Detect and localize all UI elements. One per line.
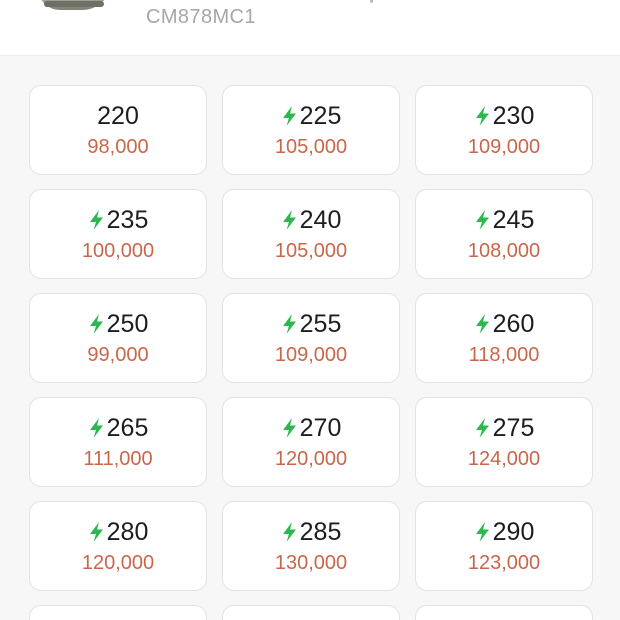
- price-label: 123,000: [467, 552, 541, 574]
- price-label: 99,000: [87, 344, 149, 366]
- size-row: 245: [416, 204, 592, 236]
- size-label: 285: [299, 517, 342, 546]
- lightning-bolt-icon: [475, 418, 489, 438]
- size-row: 240: [223, 204, 399, 236]
- lightning-bolt-icon: [475, 210, 489, 230]
- price-label: 124,000: [467, 448, 541, 470]
- size-option-card[interactable]: 270 120,000: [222, 397, 400, 487]
- size-option-card[interactable]: 245 108,000: [415, 189, 593, 279]
- size-option-card[interactable]: 290 123,000: [415, 501, 593, 591]
- lightning-bolt-icon: [475, 522, 489, 542]
- size-label: 280: [106, 517, 149, 546]
- size-label: 250: [106, 309, 149, 338]
- size-label: 220: [97, 101, 139, 130]
- lightning-bolt-icon: [89, 210, 103, 230]
- lightning-bolt-icon: [475, 106, 489, 126]
- size-label: 275: [492, 413, 535, 442]
- price-label: 109,000: [274, 344, 348, 366]
- size-row: 265: [30, 412, 206, 444]
- size-row: 250: [30, 308, 206, 340]
- size-row: 280: [30, 516, 206, 548]
- price-label: 100,000: [81, 240, 155, 262]
- lightning-bolt-icon: [282, 210, 296, 230]
- size-option-card-partial[interactable]: [415, 605, 593, 620]
- size-option-card[interactable]: 220 98,000: [29, 85, 207, 175]
- size-option-card[interactable]: 230 109,000: [415, 85, 593, 175]
- size-row: 255: [223, 308, 399, 340]
- size-option-card[interactable]: 250 99,000: [29, 293, 207, 383]
- size-option-card[interactable]: 285 130,000: [222, 501, 400, 591]
- size-label: 260: [492, 309, 535, 338]
- size-option-card[interactable]: 265 111,000: [29, 397, 207, 487]
- price-label: 111,000: [83, 448, 153, 470]
- size-label: 265: [106, 413, 149, 442]
- size-option-card[interactable]: 225 105,000: [222, 85, 400, 175]
- lightning-bolt-icon: [475, 314, 489, 334]
- lightning-bolt-icon: [89, 418, 103, 438]
- size-label: 245: [492, 205, 535, 234]
- lightning-bolt-icon: [282, 106, 296, 126]
- lightning-bolt-icon: [89, 522, 103, 542]
- size-row: 230: [416, 100, 592, 132]
- size-option-card[interactable]: 260 118,000: [415, 293, 593, 383]
- price-label: 118,000: [468, 344, 540, 366]
- size-option-card[interactable]: 255 109,000: [222, 293, 400, 383]
- size-label: 230: [492, 101, 535, 130]
- price-label: 105,000: [274, 136, 348, 158]
- size-label: 290: [492, 517, 535, 546]
- size-label: 255: [299, 309, 342, 338]
- size-option-card-partial[interactable]: [29, 605, 207, 620]
- lightning-bolt-icon: [89, 314, 103, 334]
- price-label: 108,000: [467, 240, 541, 262]
- size-option-card-partial[interactable]: [222, 605, 400, 620]
- size-price-grid: 220 98,000 225 105,000 230 109,000 235 100,000 2…: [0, 0, 620, 620]
- size-row: 225: [223, 100, 399, 132]
- size-row: 220: [30, 100, 206, 132]
- size-row: 285: [223, 516, 399, 548]
- price-label: 130,000: [274, 552, 348, 574]
- size-row: 235: [30, 204, 206, 236]
- size-label: 235: [106, 205, 149, 234]
- price-label: 120,000: [81, 552, 155, 574]
- size-label: 225: [299, 101, 342, 130]
- size-row: 275: [416, 412, 592, 444]
- price-label: 98,000: [87, 136, 149, 158]
- size-option-card[interactable]: 240 105,000: [222, 189, 400, 279]
- size-option-card[interactable]: 275 124,000: [415, 397, 593, 487]
- price-label: 109,000: [467, 136, 541, 158]
- size-option-card[interactable]: 280 120,000: [29, 501, 207, 591]
- size-row: 290: [416, 516, 592, 548]
- size-label: 240: [299, 205, 342, 234]
- lightning-bolt-icon: [282, 522, 296, 542]
- size-row: 270: [223, 412, 399, 444]
- size-row: 260: [416, 308, 592, 340]
- price-label: 120,000: [274, 448, 348, 470]
- size-label: 270: [299, 413, 342, 442]
- lightning-bolt-icon: [282, 314, 296, 334]
- size-option-card[interactable]: 235 100,000: [29, 189, 207, 279]
- price-label: 105,000: [274, 240, 348, 262]
- lightning-bolt-icon: [282, 418, 296, 438]
